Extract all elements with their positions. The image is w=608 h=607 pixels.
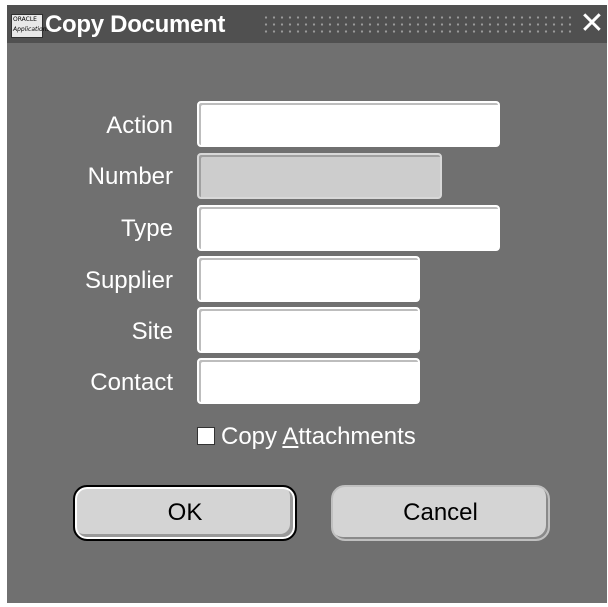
- type-field[interactable]: [197, 205, 500, 251]
- action-field[interactable]: [197, 101, 500, 147]
- type-label: Type: [120, 215, 173, 242]
- ok-button[interactable]: OK: [73, 485, 297, 541]
- cancel-button[interactable]: Cancel: [331, 485, 550, 541]
- title-bar[interactable]: ORACLE Applications Copy Document ✕: [7, 5, 607, 43]
- copy-document-dialog: ORACLE Applications Copy Document ✕ Acti…: [7, 5, 607, 603]
- window-title: Copy Document: [45, 11, 226, 38]
- site-label: Site: [131, 318, 173, 345]
- copy-attachments-checkbox[interactable]: [197, 427, 215, 445]
- copy-attachments-label: Copy Attachments: [221, 423, 416, 450]
- number-label: Number: [87, 163, 173, 190]
- action-label: Action: [106, 112, 173, 139]
- site-field[interactable]: [197, 307, 420, 353]
- close-icon[interactable]: ✕: [578, 8, 606, 40]
- logo-line1: ORACLE: [13, 16, 37, 23]
- contact-label: Contact: [90, 369, 173, 396]
- contact-field[interactable]: [197, 358, 420, 404]
- oracle-logo-icon: ORACLE Applications: [11, 14, 50, 38]
- supplier-field[interactable]: [197, 256, 420, 302]
- supplier-label: Supplier: [84, 267, 173, 294]
- number-field: [197, 153, 442, 199]
- titlebar-grip-pattern: [262, 14, 573, 36]
